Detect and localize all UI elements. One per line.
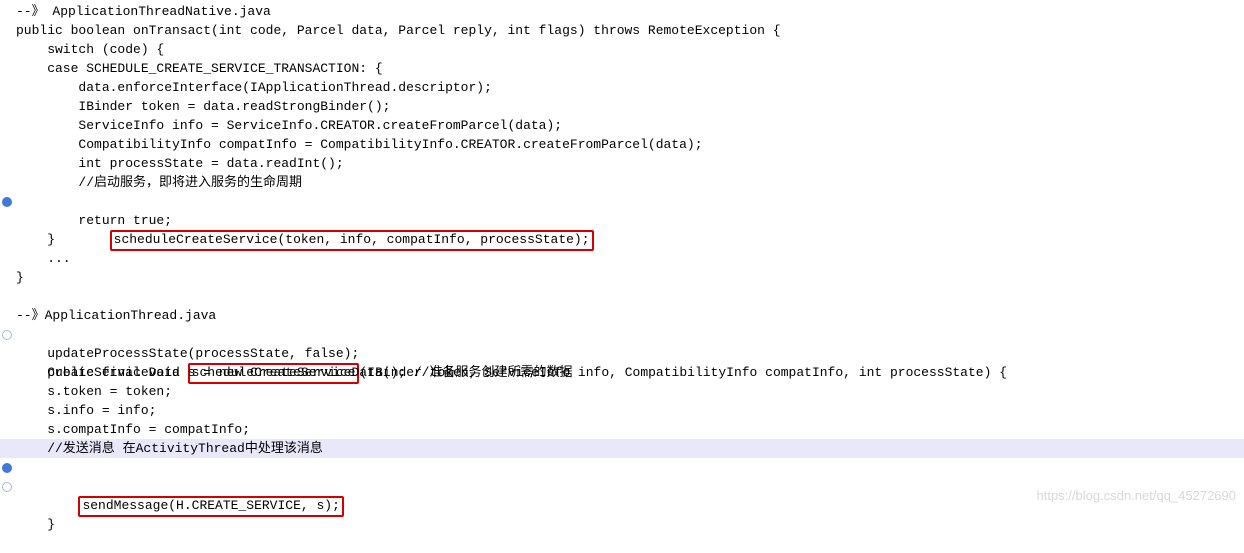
code-text: public boolean onTransact(int code, Parc…	[16, 23, 781, 38]
code-text: ...	[16, 251, 71, 266]
code-line: s.info = info;	[0, 401, 1244, 420]
code-line: updateProcessState(processState, false);	[0, 344, 1244, 363]
code-line: scheduleCreateService(token, info, compa…	[0, 192, 1244, 211]
code-line: ...	[0, 249, 1244, 268]
code-line	[0, 287, 1244, 306]
code-line: //启动服务，即将进入服务的生命周期	[0, 173, 1244, 192]
code-line: int processState = data.readInt();	[0, 154, 1244, 173]
code-text: ServiceInfo info = ServiceInfo.CREATOR.c…	[16, 118, 562, 133]
code-line: data.enforceInterface(IApplicationThread…	[0, 78, 1244, 97]
code-text: CompatibilityInfo compatInfo = Compatibi…	[16, 137, 703, 152]
code-text: --》 ApplicationThreadNative.java	[16, 4, 271, 19]
code-text: s.compatInfo = compatInfo;	[16, 422, 250, 437]
code-text: IBinder token = data.readStrongBinder();	[16, 99, 390, 114]
code-line: s.token = token;	[0, 382, 1244, 401]
code-text: CreateServiceData s = new CreateServiceD…	[16, 365, 572, 380]
code-line: sendMessage(H.CREATE_SERVICE, s);	[0, 458, 1244, 477]
code-line: public final void scheduleCreateService(…	[0, 325, 1244, 344]
code-text: }	[16, 232, 55, 247]
code-line: s.compatInfo = compatInfo;	[0, 420, 1244, 439]
code-line: CreateServiceData s = new CreateServiceD…	[0, 363, 1244, 382]
code-editor: --》 ApplicationThreadNative.java public …	[0, 2, 1244, 496]
code-text: return true;	[16, 213, 172, 228]
code-line: CompatibilityInfo compatInfo = Compatibi…	[0, 135, 1244, 154]
code-text: int processState = data.readInt();	[16, 156, 344, 171]
code-text: s.info = info;	[16, 403, 156, 418]
code-text: --》ApplicationThread.java	[16, 308, 216, 323]
code-text: //发送消息 在ActivityThread中处理该消息	[16, 441, 323, 456]
code-line: public boolean onTransact(int code, Parc…	[0, 21, 1244, 40]
code-text: data.enforceInterface(IApplicationThread…	[16, 80, 492, 95]
code-text: }	[47, 517, 55, 532]
code-text: updateProcessState(processState, false);	[16, 346, 359, 361]
code-line: --》ApplicationThread.java	[0, 306, 1244, 325]
highlighted-call: sendMessage(H.CREATE_SERVICE, s);	[78, 496, 343, 517]
code-line: }	[0, 268, 1244, 287]
code-text	[47, 498, 78, 513]
code-line: IBinder token = data.readStrongBinder();	[0, 97, 1244, 116]
breakpoint-icon[interactable]	[2, 463, 12, 473]
code-line: --》 ApplicationThreadNative.java	[0, 2, 1244, 21]
breakpoint-outline-icon[interactable]	[2, 330, 12, 340]
code-text: switch (code) {	[16, 42, 164, 57]
code-line: //发送消息 在ActivityThread中处理该消息	[0, 439, 1244, 458]
code-line: ServiceInfo info = ServiceInfo.CREATOR.c…	[0, 116, 1244, 135]
breakpoint-outline-icon[interactable]	[2, 482, 12, 492]
code-text: //启动服务，即将进入服务的生命周期	[16, 175, 302, 190]
code-line: }	[0, 230, 1244, 249]
breakpoint-icon[interactable]	[2, 197, 12, 207]
code-line: switch (code) {	[0, 40, 1244, 59]
code-text: case SCHEDULE_CREATE_SERVICE_TRANSACTION…	[16, 61, 383, 76]
code-line: return true;	[0, 211, 1244, 230]
code-text: }	[16, 270, 24, 285]
code-text: s.token = token;	[16, 384, 172, 399]
code-line: case SCHEDULE_CREATE_SERVICE_TRANSACTION…	[0, 59, 1244, 78]
code-line: }	[0, 477, 1244, 496]
